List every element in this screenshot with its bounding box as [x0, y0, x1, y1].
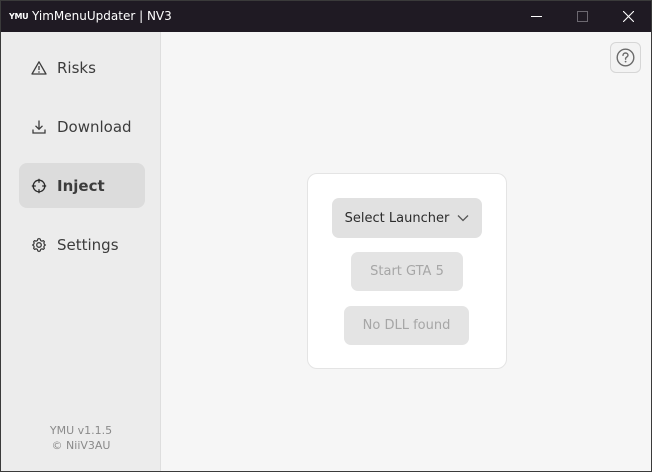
crosshair-icon — [31, 178, 47, 194]
maximize-button[interactable] — [559, 1, 605, 32]
warning-icon — [31, 60, 47, 76]
help-button[interactable] — [610, 42, 641, 73]
launcher-select[interactable]: Select Launcher — [332, 198, 482, 238]
window-controls — [513, 1, 651, 32]
title-bar[interactable]: YMU YimMenuUpdater | NV3 — [1, 1, 651, 32]
start-gta-button[interactable]: Start GTA 5 — [351, 252, 463, 291]
inject-card: Select Launcher Start GTA 5 No DLL found — [307, 173, 507, 369]
inject-dll-button[interactable]: No DLL found — [344, 306, 469, 345]
sidebar-item-risks[interactable]: Risks — [19, 45, 145, 90]
sidebar-item-label: Inject — [57, 176, 105, 195]
maximize-icon — [576, 11, 588, 22]
close-button[interactable] — [605, 1, 651, 32]
sidebar-item-settings[interactable]: Settings — [19, 222, 145, 267]
version-label: YMU v1.1.5 — [49, 424, 113, 437]
download-icon — [31, 119, 47, 135]
chevron-down-icon — [457, 214, 469, 222]
minimize-button[interactable] — [513, 1, 559, 32]
sidebar-item-label: Settings — [57, 235, 119, 254]
gear-icon — [31, 237, 47, 253]
minimize-icon — [530, 16, 542, 17]
sidebar-item-download[interactable]: Download — [19, 104, 145, 149]
app-window: YMU YimMenuUpdater | NV3 Risks Download … — [0, 0, 652, 472]
question-icon — [616, 48, 635, 67]
main-content: Select Launcher Start GTA 5 No DLL found — [161, 32, 651, 471]
copyright-label: © NiiV3AU — [51, 439, 111, 452]
sidebar-item-label: Download — [57, 117, 132, 136]
sidebar-item-label: Risks — [57, 58, 96, 77]
sidebar: Risks Download Inject Settings YMU v1.1.… — [1, 32, 161, 471]
app-logo: YMU — [9, 11, 29, 21]
close-icon — [622, 11, 634, 22]
launcher-select-label: Select Launcher — [344, 210, 450, 226]
window-title: YimMenuUpdater | NV3 — [32, 9, 172, 23]
sidebar-item-inject[interactable]: Inject — [19, 163, 145, 208]
sidebar-footer: YMU v1.1.5 © NiiV3AU — [1, 423, 161, 453]
